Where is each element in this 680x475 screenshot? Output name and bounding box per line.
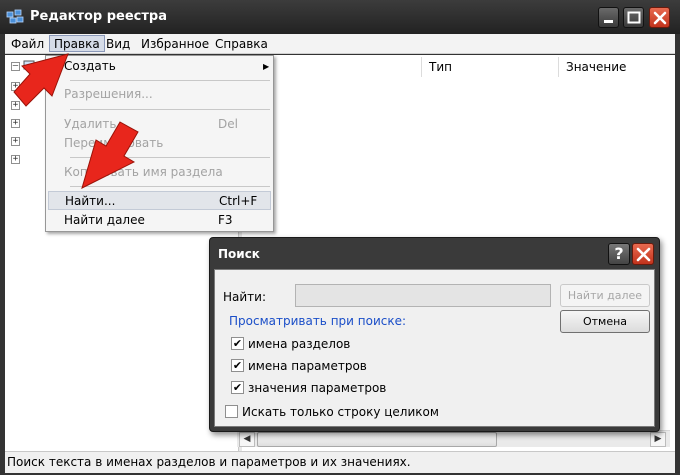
menu-file[interactable]: Файл (7, 36, 48, 53)
menu-help[interactable]: Справка (211, 36, 272, 53)
registry-editor-icon (6, 9, 24, 24)
minimize-icon (604, 20, 613, 23)
option-values-label: имена параметров (248, 359, 367, 373)
tree-expand-icon[interactable]: + (11, 137, 20, 146)
scroll-thumb[interactable] (257, 432, 497, 447)
close-button[interactable] (649, 7, 670, 28)
menu-item-delete-shortcut: Del (218, 117, 238, 131)
column-header-type[interactable]: Тип (423, 57, 559, 77)
help-icon: ? (614, 244, 624, 263)
menu-item-find-label: Найти... (65, 194, 116, 208)
find-dialog-title: Поиск (218, 247, 260, 261)
menu-separator (70, 80, 270, 81)
menu-bar: Файл Правка Вид Избранное Справка (5, 34, 675, 54)
maximize-button[interactable] (623, 7, 644, 28)
edit-menu-dropdown: Создать ▶ Разрешения... Удалить Del Пере… (45, 55, 274, 232)
tree-expand-icon[interactable]: + (11, 101, 20, 110)
dialog-help-button[interactable]: ? (608, 243, 630, 265)
menu-separator (70, 157, 270, 158)
registry-editor-window: Редактор реестра Файл Правка Вид Избранн… (0, 0, 680, 475)
tree-expand-icon[interactable]: + (11, 119, 20, 128)
minimize-button[interactable] (598, 7, 619, 28)
window-title: Редактор реестра (30, 9, 167, 24)
horizontal-scrollbar[interactable]: ◀ ▶ (237, 430, 670, 447)
menu-item-copy-key-name-label: Копировать имя раздела (64, 165, 223, 179)
menu-item-permissions-label: Разрешения... (64, 87, 153, 101)
column-header-value[interactable]: Значение (560, 57, 675, 77)
find-dialog: Поиск ? Найти: Найти далее Отмена Просма… (209, 237, 660, 432)
tree-expand-icon[interactable]: + (11, 82, 20, 91)
menu-separator (70, 186, 270, 187)
look-at-label: Просматривать при поиске: (229, 314, 407, 328)
checkbox-unchecked-icon[interactable] (225, 405, 238, 418)
option-keys-label: имена разделов (248, 337, 351, 351)
menu-item-find-next-shortcut: F3 (218, 213, 233, 227)
menu-favorites[interactable]: Избранное (137, 36, 213, 53)
menu-item-create[interactable]: Создать ▶ (48, 57, 271, 76)
submenu-arrow-icon: ▶ (263, 62, 270, 71)
menu-separator (70, 109, 270, 110)
option-data-label: значения параметров (248, 381, 387, 395)
maximize-icon (627, 11, 641, 24)
find-input[interactable] (295, 284, 551, 307)
menu-item-permissions: Разрешения... (48, 85, 271, 104)
find-next-button[interactable]: Найти далее (560, 284, 650, 307)
cancel-button[interactable]: Отмена (560, 310, 650, 333)
checkbox-checked-icon[interactable]: ✔ (231, 359, 244, 372)
find-dialog-body: Найти: Найти далее Отмена Просматривать … (214, 269, 655, 427)
close-icon (636, 247, 651, 262)
menu-item-rename: Переименовать (48, 134, 271, 153)
close-icon (653, 11, 667, 25)
dialog-close-button[interactable] (632, 243, 654, 265)
scroll-left-icon[interactable]: ◀ (239, 432, 255, 447)
menu-item-delete: Удалить Del (48, 115, 271, 134)
computer-icon (23, 60, 35, 71)
menu-item-find[interactable]: Найти... Ctrl+F (48, 191, 271, 210)
checkbox-checked-icon[interactable]: ✔ (231, 381, 244, 394)
menu-edit[interactable]: Правка (49, 35, 105, 52)
menu-item-find-shortcut: Ctrl+F (219, 194, 258, 208)
menu-item-copy-key-name: Копировать имя раздела (48, 163, 271, 182)
menu-item-find-next-label: Найти далее (64, 213, 145, 227)
scroll-right-icon[interactable]: ▶ (650, 432, 666, 447)
checkbox-checked-icon[interactable]: ✔ (231, 337, 244, 350)
menu-view[interactable]: Вид (102, 36, 134, 53)
menu-item-find-next[interactable]: Найти далее F3 (48, 211, 271, 230)
status-bar: Поиск текста в именах разделов и парамет… (5, 451, 675, 473)
title-bar[interactable]: Редактор реестра (0, 0, 680, 34)
option-match-whole-label: Искать только строку целиком (242, 405, 439, 419)
tree-collapse-icon[interactable]: – (11, 62, 20, 71)
find-label: Найти: (223, 290, 267, 304)
tree-expand-icon[interactable]: + (11, 155, 20, 164)
menu-item-rename-label: Переименовать (64, 136, 164, 150)
menu-item-create-label: Создать (64, 59, 116, 73)
menu-item-delete-label: Удалить (64, 117, 117, 131)
